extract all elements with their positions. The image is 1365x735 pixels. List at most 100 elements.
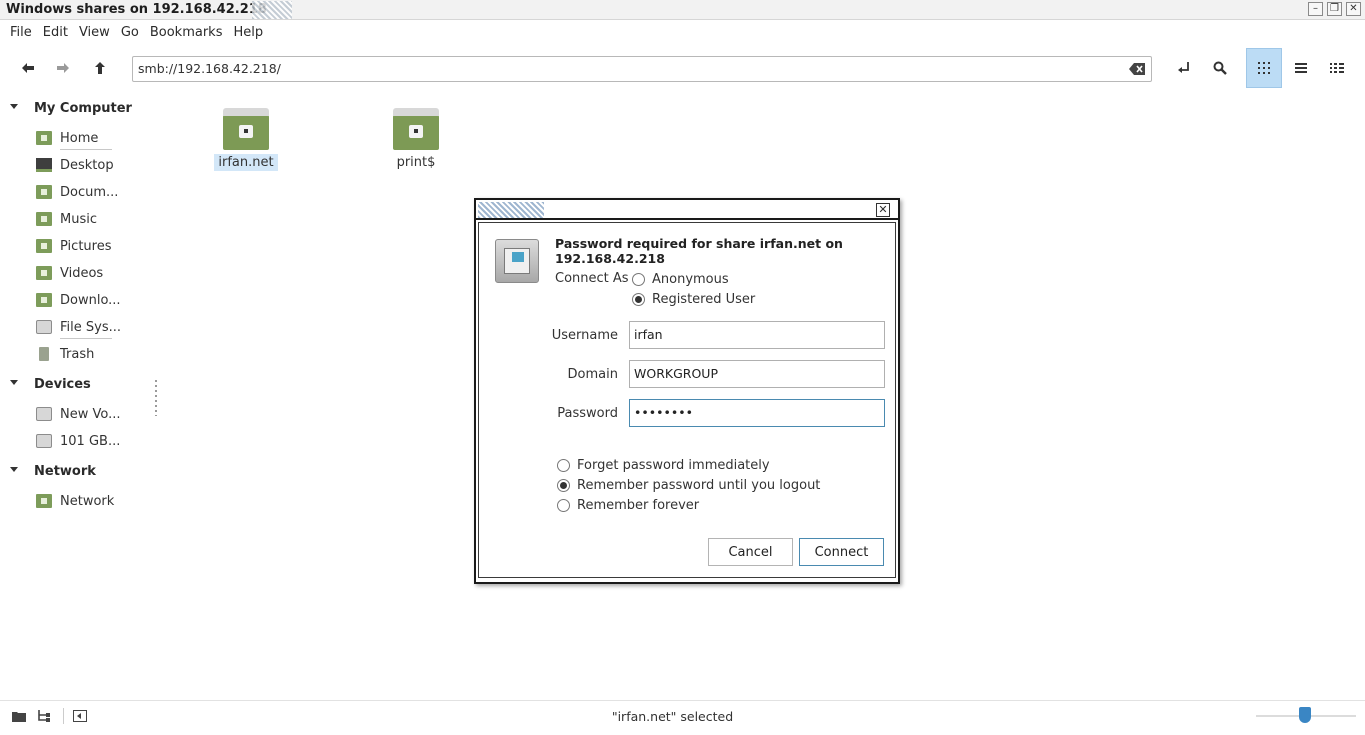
sidebar-item-101gb[interactable]: 101 GB... [36, 430, 156, 452]
sidebar: My Computer Home Desktop Docum... Music … [0, 94, 160, 694]
usage-bar [60, 338, 112, 339]
icon-view-button[interactable] [1246, 48, 1282, 88]
menu-help[interactable]: Help [233, 22, 268, 44]
location-text: smb://192.168.42.218/ [138, 61, 281, 76]
connect-button[interactable]: Connect [799, 538, 884, 566]
close-window-button[interactable]: ✕ [1346, 2, 1361, 16]
safe-icon [495, 239, 539, 283]
sidebar-item-network[interactable]: Network [36, 490, 156, 512]
sidebar-item-trash[interactable]: Trash [36, 343, 156, 365]
sidebar-resize-handle[interactable] [155, 380, 157, 416]
radio-indicator[interactable] [632, 293, 645, 306]
sidebar-item-label: Home [60, 130, 99, 146]
menubar: File Edit View Go Bookmarks Help [0, 22, 1365, 44]
toggle-location-icon [1178, 62, 1189, 73]
radio-label: Remember password until you logout [577, 478, 821, 493]
menu-view[interactable]: View [79, 22, 115, 44]
compact-view-button[interactable] [1319, 48, 1355, 88]
radio-indicator[interactable] [557, 459, 570, 472]
status-message: "irfan.net" selected [611, 709, 734, 724]
forward-button[interactable] [45, 48, 81, 88]
password-dialog: ✕ Password required for share irfan.net … [474, 198, 900, 584]
sidebar-item-label: New Vo... [60, 406, 121, 422]
cancel-button[interactable]: Cancel [708, 538, 793, 566]
sidebar-item-downloads[interactable]: Downlo... [36, 289, 156, 311]
radio-remember-until-logout[interactable]: Remember password until you logout [557, 478, 820, 493]
location-bar[interactable]: smb://192.168.42.218/ [132, 56, 1152, 82]
clear-location-icon[interactable] [1129, 63, 1145, 75]
expander-arrow-icon[interactable] [10, 380, 18, 385]
sidebar-item-label: Docum... [60, 184, 119, 200]
videos-folder-icon [36, 266, 52, 280]
sidebar-item-label: File Sys... [60, 319, 122, 335]
radio-indicator[interactable] [557, 499, 570, 512]
file-name: irfan.net [214, 154, 278, 171]
window-title: Windows shares on 192.168.42.218 [6, 2, 267, 17]
password-field[interactable]: •••••••• [629, 399, 885, 427]
titlebar-pattern [252, 1, 292, 19]
shared-folder-icon [223, 108, 269, 150]
documents-folder-icon [36, 185, 52, 199]
sidebar-item-music[interactable]: Music [36, 208, 156, 230]
menu-go[interactable]: Go [121, 22, 144, 44]
compact-view-icon [1330, 63, 1344, 73]
sidebar-item-home[interactable]: Home [36, 127, 156, 150]
toolbar: smb://192.168.42.218/ [0, 48, 1365, 90]
sidebar-item-filesystem[interactable]: File Sys... [36, 316, 156, 339]
radio-remember-forever[interactable]: Remember forever [557, 498, 699, 513]
radio-indicator[interactable] [557, 479, 570, 492]
sidebar-item-new-volume[interactable]: New Vo... [36, 403, 156, 425]
radio-registered-user[interactable]: Registered User [632, 292, 755, 307]
zoom-slider-handle[interactable] [1299, 707, 1311, 723]
expander-arrow-icon[interactable] [10, 467, 18, 472]
back-icon [22, 63, 34, 73]
file-irfan-net[interactable]: irfan.net [201, 108, 291, 171]
radio-indicator[interactable] [632, 273, 645, 286]
sidebar-section-devices[interactable]: Devices [0, 372, 150, 398]
drive-icon [36, 320, 52, 334]
icon-view-icon [1258, 62, 1270, 74]
dialog-close-button[interactable]: ✕ [876, 203, 890, 217]
list-view-icon [1295, 63, 1307, 73]
dialog-body: Password required for share irfan.net on… [478, 222, 896, 578]
sidebar-item-videos[interactable]: Videos [36, 262, 156, 284]
forward-icon [57, 63, 69, 73]
sidebar-item-label: Videos [60, 265, 104, 281]
sidebar-item-desktop[interactable]: Desktop [36, 154, 156, 176]
shared-folder-icon [393, 108, 439, 150]
file-print[interactable]: print$ [371, 108, 461, 171]
dialog-titlebar[interactable]: ✕ [476, 200, 898, 220]
toggle-location-button[interactable] [1166, 48, 1202, 88]
domain-field[interactable]: WORKGROUP [629, 360, 885, 388]
radio-label: Forget password immediately [577, 458, 770, 473]
sidebar-section-network[interactable]: Network [0, 459, 150, 485]
username-label: Username [551, 328, 618, 343]
sidebar-item-label: Music [60, 211, 97, 227]
back-button[interactable] [10, 48, 46, 88]
menu-edit[interactable]: Edit [43, 22, 73, 44]
minimize-button[interactable]: – [1308, 2, 1323, 16]
expander-arrow-icon[interactable] [10, 104, 18, 109]
sidebar-item-documents[interactable]: Docum... [36, 181, 156, 203]
radio-label: Remember forever [577, 498, 700, 513]
sidebar-item-pictures[interactable]: Pictures [36, 235, 156, 257]
up-button[interactable] [82, 48, 118, 88]
sidebar-section-my-computer[interactable]: My Computer [0, 96, 150, 122]
window-titlebar[interactable]: Windows shares on 192.168.42.218 – ❐ ✕ [0, 0, 1365, 20]
desktop-icon [36, 158, 52, 172]
maximize-button[interactable]: ❐ [1327, 2, 1342, 16]
pictures-folder-icon [36, 239, 52, 253]
list-view-button[interactable] [1283, 48, 1319, 88]
menu-bookmarks[interactable]: Bookmarks [150, 22, 228, 44]
radio-anonymous[interactable]: Anonymous [632, 272, 729, 287]
radio-forget-password[interactable]: Forget password immediately [557, 458, 770, 473]
section-label: Devices [34, 377, 91, 392]
radio-label: Registered User [652, 292, 756, 307]
trash-icon [39, 347, 49, 361]
music-folder-icon [36, 212, 52, 226]
password-label: Password [557, 406, 618, 421]
menu-file[interactable]: File [10, 22, 37, 44]
username-field[interactable]: irfan [629, 321, 885, 349]
search-button[interactable] [1202, 48, 1238, 88]
drive-icon [36, 434, 52, 448]
